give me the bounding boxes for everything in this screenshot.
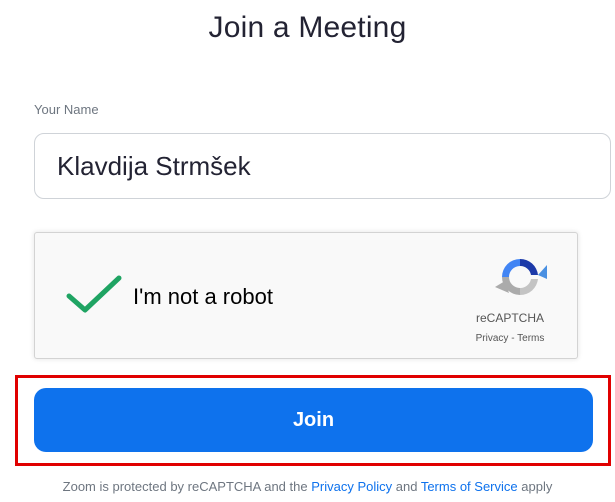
your-name-input[interactable] (34, 133, 611, 199)
terms-of-service-link[interactable]: Terms of Service (421, 479, 518, 494)
recaptcha-footer-notice: Zoom is protected by reCAPTCHA and the P… (0, 479, 615, 495)
recaptcha-label: I'm not a robot (133, 284, 273, 309)
recaptcha-widget: I'm not a robot reCAPTCHA Privacy - Term… (34, 232, 578, 359)
join-button[interactable]: Join (34, 388, 593, 452)
recaptcha-privacy-link[interactable]: Privacy (476, 333, 509, 344)
page-title: Join a Meeting (208, 11, 407, 44)
checkmark-icon (66, 275, 122, 313)
recaptcha-brand: reCAPTCHA (475, 311, 544, 325)
privacy-policy-link[interactable]: Privacy Policy (311, 479, 392, 494)
recaptcha-terms-link[interactable]: Terms (517, 333, 544, 344)
your-name-label: Your Name (34, 102, 99, 117)
footer-text-before: Zoom is protected by reCAPTCHA and the (62, 479, 312, 494)
recaptcha-links: Privacy - Terms (445, 333, 575, 345)
footer-text-middle: and (392, 479, 421, 494)
footer-text-after: apply (517, 479, 553, 494)
recaptcha-checkbox[interactable] (65, 274, 123, 314)
recaptcha-link-separator: - (508, 333, 518, 344)
recaptcha-logo-icon (495, 258, 547, 296)
